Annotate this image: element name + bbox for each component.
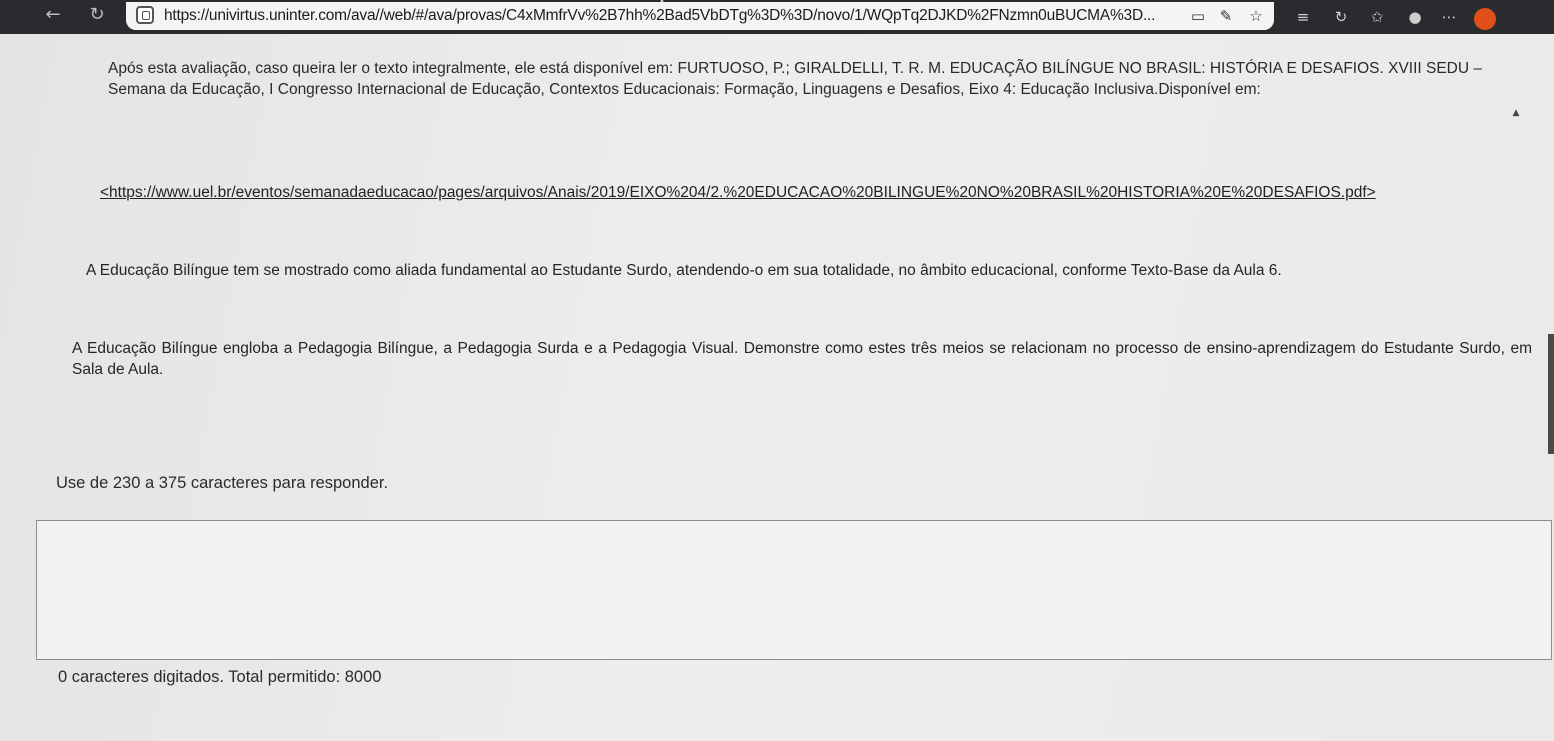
scroll-up-arrow-icon[interactable]: ▲ [1510, 108, 1522, 118]
question-prompt: A Educação Bilíngue engloba a Pedagogia … [72, 340, 1532, 378]
answer-textarea[interactable] [36, 520, 1552, 660]
url-text[interactable]: https://univirtus.uninter.com/ava//web/#… [164, 7, 1184, 27]
character-counter: 0 caracteres digitados. Total permitido:… [58, 668, 382, 686]
page-content: Após esta avaliação, caso queira ler o t… [0, 34, 1554, 741]
refresh-page-icon[interactable]: ↻ [1330, 6, 1352, 28]
answer-length-hint: Use de 230 a 375 caracteres para respond… [56, 474, 389, 492]
browser-toolbar: ← ↻ × https://univirtus.uninter.com/ava/… [0, 0, 1554, 34]
extension-icon[interactable] [1474, 8, 1496, 30]
reader-mode-icon[interactable]: ▭ [1188, 6, 1208, 26]
reference-link[interactable]: <https://www.uel.br/eventos/semanadaeduc… [100, 184, 1520, 202]
address-bar[interactable]: https://univirtus.uninter.com/ava//web/#… [126, 2, 1274, 30]
split-screen-icon[interactable]: ≡ [1292, 6, 1314, 28]
reference-text: Após esta avaliação, caso queira ler o t… [108, 60, 1482, 98]
profile-icon[interactable]: ● [1404, 6, 1426, 28]
favorite-star-icon[interactable]: ☆ [1246, 6, 1266, 26]
scrollbar-thumb[interactable] [1548, 334, 1554, 454]
question-intro: A Educação Bilíngue tem se mostrado como… [86, 262, 1282, 279]
favorites-icon[interactable]: ✩ [1366, 6, 1388, 28]
more-options-icon[interactable]: ⋯ [1438, 6, 1460, 28]
back-arrow-icon[interactable]: ← [40, 2, 66, 28]
pen-icon[interactable]: ✎ [1216, 6, 1236, 26]
reload-icon[interactable]: ↻ [84, 2, 110, 28]
site-info-icon[interactable] [136, 6, 154, 24]
